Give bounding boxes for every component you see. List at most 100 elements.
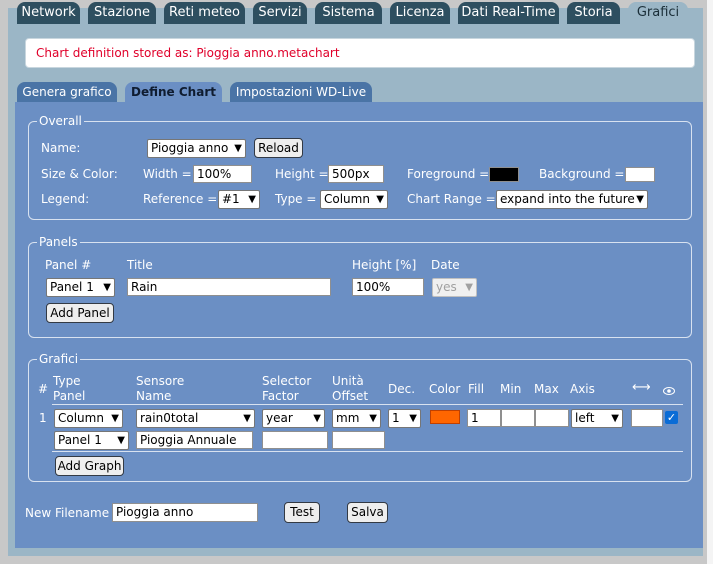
height-input[interactable]: 500px xyxy=(328,165,384,183)
save-button[interactable]: Salva xyxy=(347,502,388,523)
chevron-down-icon: ▼ xyxy=(111,413,119,424)
panel-date-header: Date xyxy=(431,258,460,272)
subtab-define-chart[interactable]: Define Chart xyxy=(125,82,222,102)
width-input[interactable]: 100% xyxy=(193,165,252,183)
line-width-input[interactable] xyxy=(631,409,663,427)
panel-number-value: Panel 1 xyxy=(50,280,94,294)
selector-value: year xyxy=(266,411,293,425)
panel-title-header: Title xyxy=(127,258,153,272)
factor-header: Factor xyxy=(262,389,299,403)
chevron-down-icon: ▼ xyxy=(313,413,321,424)
max-input[interactable] xyxy=(535,409,569,427)
axis-select[interactable]: left ▼ xyxy=(571,409,623,428)
panel-height-header: Height [%] xyxy=(352,258,417,272)
new-filename-label: New Filename xyxy=(25,506,110,520)
tab-reti-meteo[interactable]: Reti meteo xyxy=(164,2,245,24)
add-panel-button[interactable]: Add Panel xyxy=(46,303,114,323)
test-button[interactable]: Test xyxy=(284,502,320,523)
tab-storia[interactable]: Storia xyxy=(567,2,620,24)
name-label: Name: xyxy=(41,141,81,155)
tab-sistema[interactable]: Sistema xyxy=(315,2,382,24)
status-message: Chart definition stored as: Pioggia anno… xyxy=(25,38,695,68)
tab-servizi[interactable]: Servizi xyxy=(253,2,307,24)
offset-input[interactable] xyxy=(332,431,385,449)
offset-header: Offset xyxy=(332,389,369,403)
panel-height-input[interactable]: 100% xyxy=(352,278,424,296)
panel-number-header: Panel # xyxy=(45,258,92,272)
row-divider xyxy=(52,451,683,452)
tab-grafici[interactable]: Grafici xyxy=(628,2,688,26)
chart-type-value: Column xyxy=(324,192,370,206)
fill-header: Fill xyxy=(468,382,485,396)
sensor-header: Sensore xyxy=(136,374,185,388)
graph-name-input[interactable]: Pioggia Annuale xyxy=(136,431,253,449)
panel-date-select[interactable]: yes ▼ xyxy=(432,278,477,297)
new-filename-input[interactable]: Pioggia anno xyxy=(112,503,258,522)
graph-type-select[interactable]: Column ▼ xyxy=(54,409,123,428)
panel-number-select[interactable]: Panel 1 ▼ xyxy=(46,278,115,297)
chevron-down-icon: ▼ xyxy=(465,282,473,293)
chart-type-select[interactable]: Column ▼ xyxy=(320,190,388,209)
legend-label: Legend: xyxy=(41,192,90,206)
min-input[interactable] xyxy=(501,409,535,427)
selector-select[interactable]: year ▼ xyxy=(262,409,325,428)
foreground-color-swatch[interactable] xyxy=(489,167,519,182)
chevron-down-icon: ▼ xyxy=(611,413,619,424)
add-graph-button[interactable]: Add Graph xyxy=(55,456,124,476)
chevron-down-icon: ▼ xyxy=(234,143,242,154)
decimals-select[interactable]: 1 ▼ xyxy=(388,409,421,428)
subtab-genera-grafico[interactable]: Genera grafico xyxy=(17,82,117,102)
panel-header: Panel xyxy=(53,389,86,403)
chevron-down-icon: ▼ xyxy=(243,413,251,424)
header-divider xyxy=(52,404,683,405)
chevron-down-icon: ▼ xyxy=(376,194,384,205)
tab-licenza[interactable]: Licenza xyxy=(390,2,450,24)
sensor-select[interactable]: rain0total ▼ xyxy=(136,409,255,428)
unit-select[interactable]: mm ▼ xyxy=(332,409,381,428)
decimals-value: 1 xyxy=(392,411,400,425)
graph-panel-value: Panel 1 xyxy=(58,433,102,447)
unit-header: Unità xyxy=(332,374,364,388)
chevron-down-icon: ▼ xyxy=(369,413,377,424)
axis-value: left xyxy=(575,411,595,425)
width-label: Width = xyxy=(143,167,192,181)
tab-network[interactable]: Network xyxy=(17,2,80,24)
fill-input[interactable]: 1 xyxy=(467,409,501,427)
graph-type-value: Column xyxy=(58,411,104,425)
selector-header: Selector xyxy=(262,374,312,388)
visible-checkbox[interactable]: ✓ xyxy=(665,411,678,424)
chart-name-value: Pioggia anno xyxy=(151,141,229,155)
tab-dati-real-time[interactable]: Dati Real-Time xyxy=(458,2,559,24)
chevron-down-icon: ▼ xyxy=(636,194,644,205)
background-color-swatch[interactable] xyxy=(625,167,655,182)
height-label: Height = xyxy=(275,167,329,181)
panel-date-value: yes xyxy=(436,280,457,294)
reference-select[interactable]: #1 ▼ xyxy=(218,190,260,209)
chart-range-label: Chart Range = xyxy=(407,192,496,206)
graph-panel-select[interactable]: Panel 1 ▼ xyxy=(54,431,129,450)
chevron-down-icon: ▼ xyxy=(103,282,111,293)
chart-name-select[interactable]: Pioggia anno ▼ xyxy=(147,139,246,158)
background-label: Background = xyxy=(539,167,625,181)
subtab-impostazioni-wd-live[interactable]: Impostazioni WD-Live xyxy=(230,82,372,102)
graph-index: 1 xyxy=(39,411,47,425)
graph-index-header: # xyxy=(38,382,49,396)
chevron-down-icon: ▼ xyxy=(248,194,256,205)
overall-legend: Overall xyxy=(39,114,82,128)
chart-range-select[interactable]: expand into the future ▼ xyxy=(496,190,648,209)
graph-color-swatch[interactable] xyxy=(430,410,460,424)
name-header: Name xyxy=(136,389,172,403)
type-label: Type = xyxy=(275,192,317,206)
reference-label: Reference = xyxy=(143,192,218,206)
eye-icon xyxy=(663,384,675,395)
panel-title-input[interactable]: Rain xyxy=(127,278,331,296)
sensor-value: rain0total xyxy=(140,411,199,425)
grafici-legend: Grafici xyxy=(39,352,79,366)
tab-stazione[interactable]: Stazione xyxy=(88,2,156,24)
min-header: Min xyxy=(500,382,522,396)
unit-value: mm xyxy=(336,411,360,425)
reload-button[interactable]: Reload xyxy=(254,138,303,158)
factor-input[interactable] xyxy=(262,431,328,449)
decimals-header: Dec. xyxy=(388,382,416,396)
width-arrows-icon: ⟷ xyxy=(632,380,651,395)
